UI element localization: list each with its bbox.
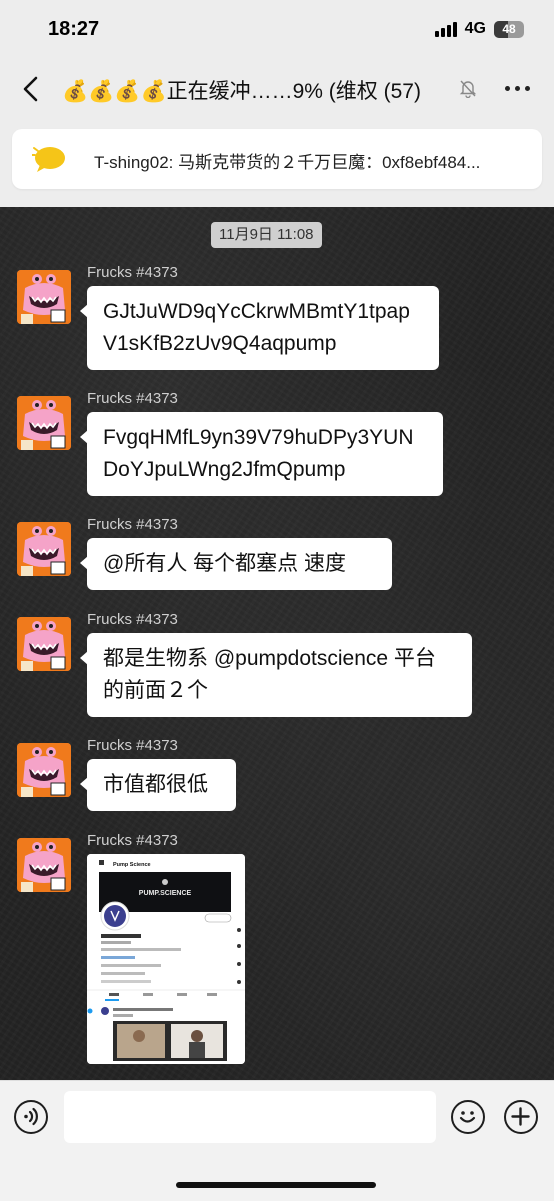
avatar[interactable] (17, 270, 71, 324)
frog-avatar-icon (17, 396, 71, 450)
voice-waves-glyph (24, 1107, 38, 1126)
speech-bubble-icon (32, 147, 65, 172)
plus-icon[interactable] (504, 1100, 538, 1134)
network-type: 4G (464, 20, 486, 37)
more-horizontal-icon[interactable] (505, 86, 530, 91)
avatar[interactable] (17, 838, 71, 892)
message-bubble[interactable]: 都是生物系 @pumpdotscience 平台的前面２个 (80, 633, 472, 717)
banner-text: PUMP.SCIENCE (139, 890, 192, 897)
home-indicator (176, 1182, 376, 1188)
frog-avatar-icon (17, 743, 71, 797)
avatar[interactable] (17, 522, 71, 576)
profile-name: Pump Science (113, 862, 151, 868)
avatar[interactable] (17, 396, 71, 450)
chat-title: 💰💰💰💰正在缓冲……9% (维权 (57) (62, 80, 421, 103)
chevron-left-icon[interactable] (20, 76, 42, 102)
voice-icon[interactable] (14, 1100, 48, 1134)
battery-icon: 48 (494, 20, 524, 38)
battery-level: 48 (502, 22, 516, 36)
image-message[interactable]: Pump Science PUMP.SCIENCE (87, 854, 245, 1064)
plus-glyph (511, 1107, 530, 1126)
signal-icon (434, 21, 457, 37)
date-separator: 11月9日 11:08 (211, 222, 322, 248)
bell-off-icon (459, 80, 477, 98)
chat-message-list[interactable]: 11月9日 11:08 Frucks #4373 GJtJuWD9qYcCkrw… (0, 207, 554, 1080)
frog-avatar-icon (17, 270, 71, 324)
smiley-icon[interactable] (451, 1100, 485, 1134)
message-input[interactable] (64, 1091, 436, 1143)
sender-name: Frucks #4373 (87, 390, 178, 407)
frog-avatar-icon (17, 838, 71, 892)
status-bar: 18:27 4G 48 (0, 0, 554, 58)
pinned-message[interactable]: T-shing02: 马斯克带货的２千万巨魔：0xf8ebf484... (12, 129, 542, 189)
message-bubble[interactable]: FvgqHMfL9yn39V79huDPy3YUNDoYJpuLWng2JfmQ… (80, 412, 443, 496)
frog-avatar-icon (17, 617, 71, 671)
sender-name: Frucks #4373 (87, 737, 178, 754)
sender-name: Frucks #4373 (87, 611, 178, 628)
message-bubble[interactable]: 市值都很低 (80, 759, 236, 811)
status-indicators: 4G 48 (434, 20, 524, 38)
status-time: 18:27 (48, 18, 100, 40)
chat-header: 💰💰💰💰正在缓冲……9% (维权 (57) (0, 58, 554, 120)
message-bubble[interactable]: @所有人 每个都塞点 速度 (80, 538, 392, 590)
avatar[interactable] (17, 743, 71, 797)
sender-name: Frucks #4373 (87, 832, 178, 849)
message-bubble[interactable]: GJtJuWD9qYcCkrwMBmtY1tpapV1sKfB2zUv9Q4aq… (80, 286, 439, 370)
smiley-glyph (459, 1111, 476, 1123)
sender-name: Frucks #4373 (87, 264, 178, 281)
screenshot-thumbnail: Pump Science PUMP.SCIENCE (87, 854, 245, 1064)
pinned-message-text: T-shing02: 马斯克带货的２千万巨魔：0xf8ebf484... (94, 153, 481, 172)
sender-name: Frucks #4373 (87, 516, 178, 533)
avatar[interactable] (17, 617, 71, 671)
frog-avatar-icon (17, 522, 71, 576)
